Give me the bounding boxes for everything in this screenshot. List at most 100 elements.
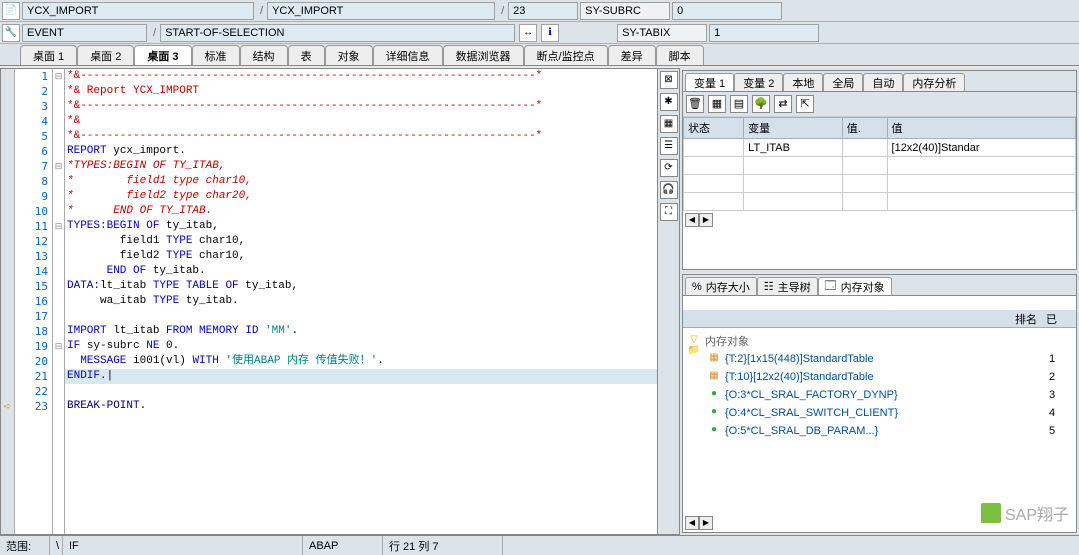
memory-panel: %内存大小☷主导树🗔内存对象 排名 已 ▽📁 内存对象▦{T:2}[1x15(44… bbox=[682, 274, 1077, 533]
main-tab[interactable]: 桌面 2 bbox=[77, 45, 134, 65]
scroll-right-icon[interactable]: ▶ bbox=[699, 213, 713, 227]
header-row-1: 📄 YCX_IMPORT / YCX_IMPORT / 23 SY-SUBRC … bbox=[0, 0, 1079, 22]
table-icon: ▦ bbox=[707, 352, 721, 366]
breakpoint-gutter[interactable]: ➪ bbox=[1, 69, 15, 534]
tree-root[interactable]: ▽📁 内存对象 bbox=[687, 332, 1072, 350]
program-icon[interactable]: 📄 bbox=[2, 2, 20, 20]
scope-value: IF bbox=[63, 536, 303, 555]
variables-tab[interactable]: 内存分析 bbox=[903, 73, 965, 91]
scope-sep: \ bbox=[50, 536, 63, 555]
var-col-header[interactable]: 值. bbox=[842, 118, 887, 139]
table-icon: ▦ bbox=[707, 370, 721, 384]
main-tab[interactable]: 桌面 3 bbox=[134, 45, 191, 65]
separator: / bbox=[260, 5, 263, 17]
language-label: ABAP bbox=[303, 536, 383, 555]
code-text-area[interactable]: *&--------------------------------------… bbox=[65, 69, 657, 534]
trash-icon[interactable]: 🗑 bbox=[686, 95, 704, 113]
memory-tab[interactable]: %内存大小 bbox=[685, 277, 757, 295]
hscroll[interactable]: ◀ ▶ bbox=[683, 211, 1076, 229]
variables-tab[interactable]: 全局 bbox=[823, 73, 863, 91]
main-tab[interactable]: 桌面 1 bbox=[20, 45, 77, 65]
obj-icon: ● bbox=[707, 406, 721, 420]
sy-tabix-value[interactable]: 1 bbox=[709, 24, 819, 42]
event-icon[interactable]: 🔧 bbox=[2, 24, 20, 42]
memory-tree[interactable]: ▽📁 内存对象▦{T:2}[1x15(448)]StandardTable1▦{T… bbox=[683, 328, 1076, 514]
memory-tabstrip: %内存大小☷主导树🗔内存对象 bbox=[683, 275, 1076, 296]
link-icon[interactable]: ⇄ bbox=[774, 95, 792, 113]
variables-tab[interactable]: 变量 2 bbox=[734, 73, 783, 91]
folder-icon: ▽📁 bbox=[687, 334, 701, 348]
line-number-field[interactable]: 23 bbox=[508, 2, 578, 20]
sy-tabix-label: SY-TABIX bbox=[617, 24, 707, 42]
editor-side-toolbar: ⊠ ✱ ▦ ☰ ⟳ 🎧 ⛶ bbox=[657, 69, 679, 534]
separator: / bbox=[153, 27, 156, 39]
main-tab[interactable]: 数据浏览器 bbox=[443, 45, 524, 65]
memory-tab[interactable]: ☷主导树 bbox=[757, 277, 818, 295]
var-col-header[interactable]: 值 bbox=[887, 118, 1075, 139]
editor-tool-button[interactable]: ⟳ bbox=[660, 159, 678, 177]
program-name-1[interactable]: YCX_IMPORT bbox=[22, 2, 254, 20]
grid2-icon[interactable]: ▤ bbox=[730, 95, 748, 113]
scroll-right-icon[interactable]: ▶ bbox=[699, 516, 713, 530]
editor-tool-button[interactable]: ▦ bbox=[660, 115, 678, 133]
main-tab[interactable]: 表 bbox=[288, 45, 325, 65]
main-tab[interactable]: 标准 bbox=[192, 45, 240, 65]
table-row[interactable] bbox=[684, 157, 1076, 175]
export-icon[interactable]: ⇱ bbox=[796, 95, 814, 113]
variables-panel: 变量 1变量 2本地全局自动内存分析 🗑▦▤🌳⇄⇱ 状态变量值.值 LT_ITA… bbox=[682, 70, 1077, 270]
variables-tab[interactable]: 本地 bbox=[783, 73, 823, 91]
tree-icon[interactable]: 🌳 bbox=[752, 95, 770, 113]
wechat-icon bbox=[981, 503, 1001, 523]
main-tab[interactable]: 结构 bbox=[240, 45, 288, 65]
scroll-left-icon[interactable]: ◀ bbox=[685, 213, 699, 227]
tree-item[interactable]: ●{O:3*CL_SRAL_FACTORY_DYNP}3 bbox=[687, 386, 1072, 404]
tree-item[interactable]: ●{O:4*CL_SRAL_SWITCH_CLIENT}4 bbox=[687, 404, 1072, 422]
code-editor: ➪ 1234567891011121314151617181920212223 … bbox=[0, 68, 680, 535]
memory-tree-header: 排名 已 bbox=[683, 310, 1076, 328]
main-tab[interactable]: 差异 bbox=[608, 45, 656, 65]
main-tabstrip: 桌面 1桌面 2桌面 3标准结构表对象详细信息数据浏览器断点/监控点差异脚本 bbox=[0, 44, 1079, 66]
editor-tool-button[interactable]: ☰ bbox=[660, 137, 678, 155]
fold-column[interactable]: ⊟⊟⊟⊟ bbox=[53, 69, 65, 534]
main-tab[interactable]: 详细信息 bbox=[373, 45, 443, 65]
main-tab[interactable]: 对象 bbox=[325, 45, 373, 65]
line-number-column: 1234567891011121314151617181920212223 bbox=[15, 69, 53, 534]
nav-icon-1[interactable]: ↔ bbox=[519, 24, 537, 42]
watermark: SAP翔子 bbox=[981, 501, 1069, 525]
table-row[interactable] bbox=[684, 193, 1076, 211]
variables-toolbar: 🗑▦▤🌳⇄⇱ bbox=[683, 92, 1076, 117]
tab-icon: ☷ bbox=[764, 280, 774, 293]
tree-root-label: 内存对象 bbox=[705, 333, 1072, 349]
grid-icon[interactable]: ▦ bbox=[708, 95, 726, 113]
variables-tabstrip: 变量 1变量 2本地全局自动内存分析 bbox=[683, 71, 1076, 92]
sy-subrc-label: SY-SUBRC bbox=[580, 2, 670, 20]
obj-icon: ● bbox=[707, 424, 721, 438]
tree-item[interactable]: ●{O:5*CL_SRAL_DB_PARAM...}5 bbox=[687, 422, 1072, 440]
var-col-header[interactable]: 状态 bbox=[684, 118, 744, 139]
event-value[interactable]: START-OF-SELECTION bbox=[160, 24, 515, 42]
tree-item[interactable]: ▦{T:10}[12x2(40)]StandardTable2 bbox=[687, 368, 1072, 386]
status-bar: 范围: \ IF ABAP 行 21 列 7 bbox=[0, 535, 1079, 555]
main-tab[interactable]: 断点/监控点 bbox=[524, 45, 608, 65]
variables-tab[interactable]: 变量 1 bbox=[685, 73, 734, 91]
tree-item[interactable]: ▦{T:2}[1x15(448)]StandardTable1 bbox=[687, 350, 1072, 368]
variables-tab[interactable]: 自动 bbox=[863, 73, 903, 91]
sy-subrc-value[interactable]: 0 bbox=[672, 2, 782, 20]
obj-icon: ● bbox=[707, 388, 721, 402]
editor-tool-button[interactable]: 🎧 bbox=[660, 181, 678, 199]
editor-tool-button[interactable]: ✱ bbox=[660, 93, 678, 111]
nav-icon-2[interactable]: ℹ bbox=[541, 24, 559, 42]
scope-label: 范围: bbox=[0, 536, 50, 555]
editor-tool-button[interactable]: ⛶ bbox=[660, 203, 678, 221]
editor-tool-button[interactable]: ⊠ bbox=[660, 71, 678, 89]
event-label: EVENT bbox=[22, 24, 147, 42]
scroll-left-icon[interactable]: ◀ bbox=[685, 516, 699, 530]
variables-table[interactable]: 状态变量值.值 LT_ITAB[12x2(40)]Standar bbox=[683, 117, 1076, 211]
main-tab[interactable]: 脚本 bbox=[656, 45, 704, 65]
memory-tab[interactable]: 🗔内存对象 bbox=[818, 277, 892, 295]
header-row-2: 🔧 EVENT / START-OF-SELECTION ↔ ℹ SY-TABI… bbox=[0, 22, 1079, 44]
var-col-header[interactable]: 变量 bbox=[744, 118, 843, 139]
program-name-2[interactable]: YCX_IMPORT bbox=[267, 2, 495, 20]
table-row[interactable]: LT_ITAB[12x2(40)]Standar bbox=[684, 139, 1076, 157]
table-row[interactable] bbox=[684, 175, 1076, 193]
